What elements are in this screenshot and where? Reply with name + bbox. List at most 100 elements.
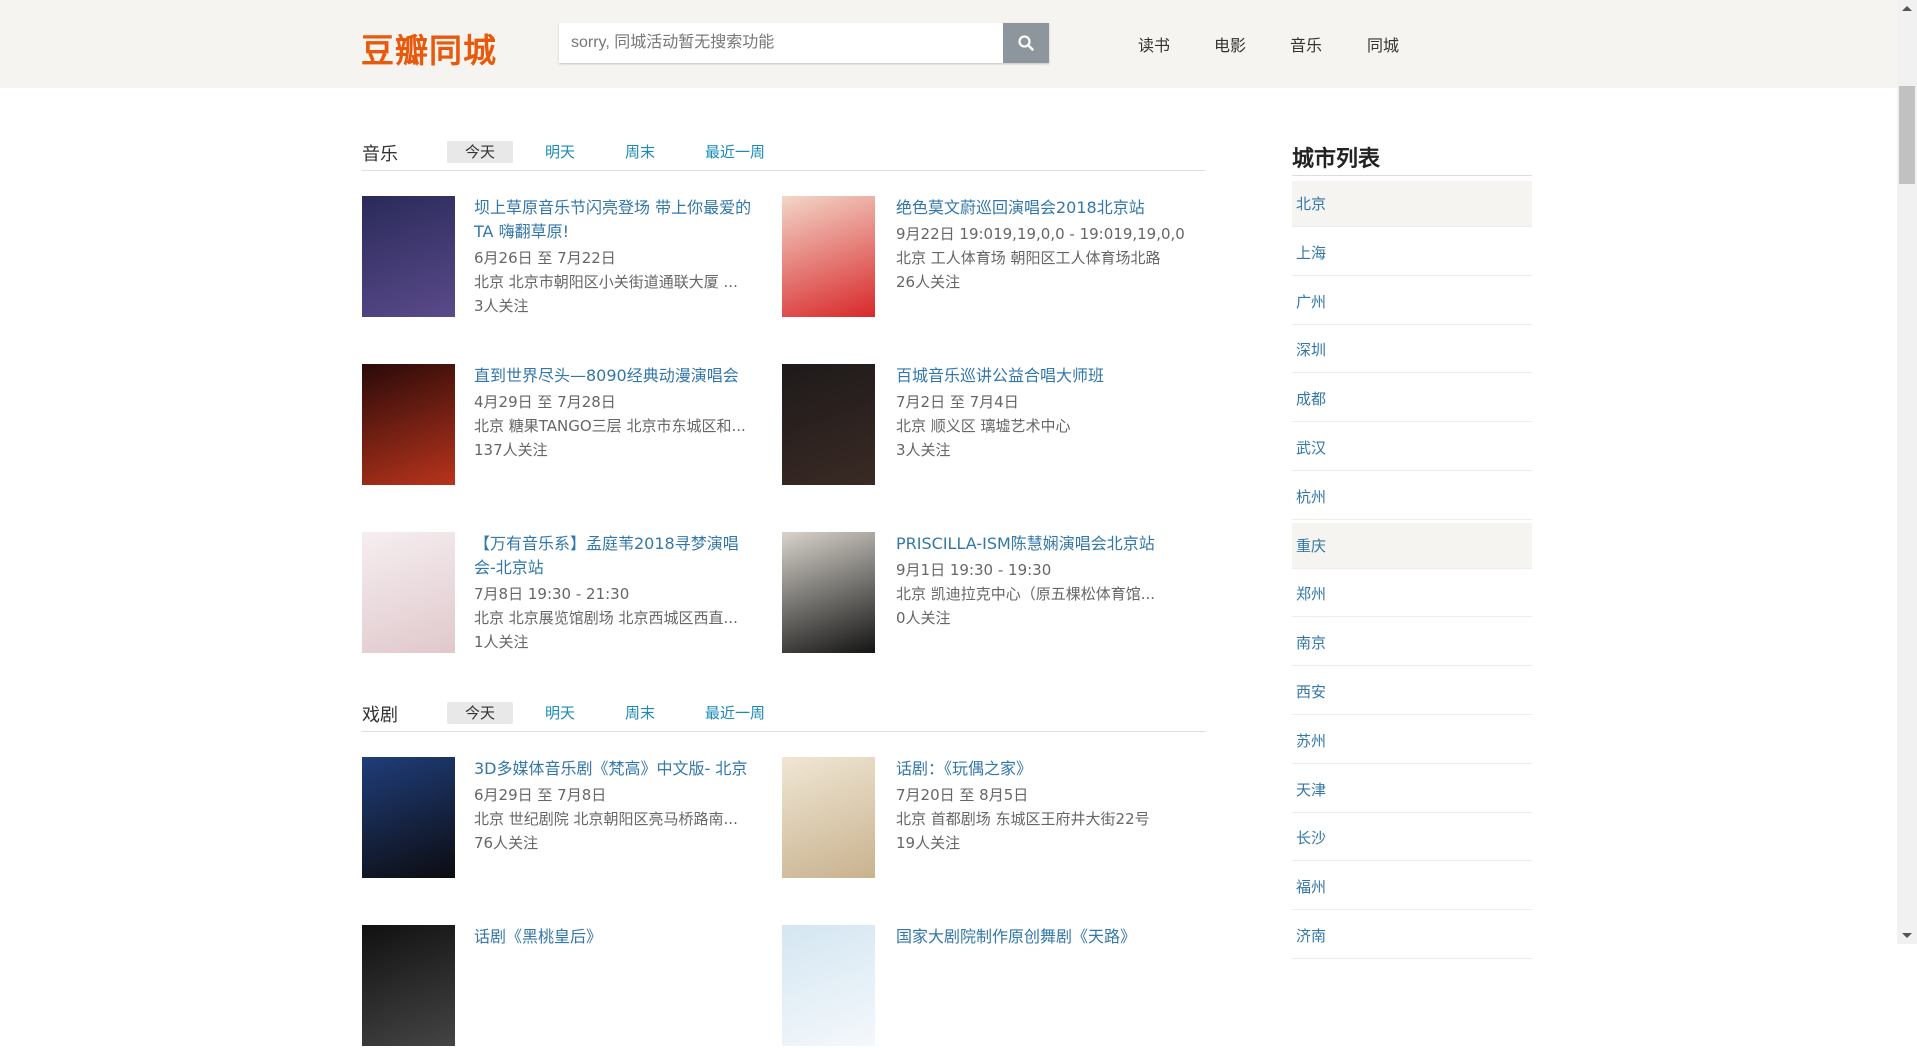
event-title[interactable]: 国家大剧院制作原创舞剧《天路》 [896,925,1186,949]
event-info: 直到世界尽头—8090经典动漫演唱会 4月29日 至 7月28日北京 糖果TANG… [474,364,759,462]
city-link[interactable]: 南京 [1292,620,1532,667]
section-divider [362,170,1205,171]
search-button[interactable] [1003,23,1049,63]
event-info: 绝色莫文蔚巡回演唱会2018北京站 9月22日 19:019,19,0,0 - 1… [896,196,1186,294]
event-info: PRISCILLA-ISM陈慧娴演唱会北京站 9月1日 19:30 - 19:30… [896,532,1186,630]
event-info: 3D多媒体音乐剧《梵高》中文版- 北京 6月29日 至 7月8日北京 世纪剧院 北… [474,757,759,855]
section-divider [362,731,1205,732]
event-followers: 137人关注 [474,441,548,459]
city-link[interactable]: 郑州 [1292,571,1532,618]
city-link[interactable]: 广州 [1292,279,1532,325]
tab-3[interactable]: 最近一周 [705,141,765,163]
event-followers: 19人关注 [896,834,961,852]
event-date: 7月20日 至 8月5日 [896,786,1029,804]
event-title[interactable]: 绝色莫文蔚巡回演唱会2018北京站 [896,196,1186,220]
event-poster[interactable] [362,532,455,653]
city-link[interactable]: 济南 [1292,913,1532,959]
top-header: 豆瓣同城 读书 电影 音乐 同城 [0,0,1897,88]
city-link[interactable]: 北京 [1292,181,1532,227]
event-location: 北京 顺义区 璃墟艺术中心 [896,417,1071,435]
tab-0[interactable]: 今天 [447,141,513,163]
search-icon [1018,35,1034,51]
event-item: 【万有音乐系】孟庭苇2018寻梦演唱会-北京站 7月8日 19:30 - 21:3… [362,532,782,657]
event-location: 北京 世纪剧院 北京朝阳区亮马桥路南... [474,810,738,828]
event-item: 话剧：《玩偶之家》 7月20日 至 8月5日北京 首都剧场 东城区王府井大街22号… [782,757,1202,882]
event-poster[interactable] [362,757,455,878]
city-link[interactable]: 苏州 [1292,718,1532,764]
event-location: 北京 工人体育场 朝阳区工人体育场北路 [896,249,1161,267]
tab-2[interactable]: 周末 [625,141,655,163]
scroll-down-icon[interactable] [1902,933,1912,938]
event-title[interactable]: 话剧《黑桃皇后》 [474,925,759,949]
event-location: 北京 北京展览馆剧场 北京西城区西直... [474,609,738,627]
event-info: 坝上草原音乐节闪亮登场 带上你最爱的TA 嗨翻草原! 6月26日 至 7月22日北… [474,196,759,318]
event-item: 3D多媒体音乐剧《梵高》中文版- 北京 6月29日 至 7月8日北京 世纪剧院 北… [362,757,782,882]
event-title[interactable]: 坝上草原音乐节闪亮登场 带上你最爱的TA 嗨翻草原! [474,196,759,244]
section-title: 戏剧 [362,705,398,726]
event-title[interactable]: 【万有音乐系】孟庭苇2018寻梦演唱会-北京站 [474,532,759,580]
event-title[interactable]: PRISCILLA-ISM陈慧娴演唱会北京站 [896,532,1186,556]
city-link[interactable]: 福州 [1292,864,1532,911]
event-date: 4月29日 至 7月28日 [474,393,616,411]
event-date: 9月1日 19:30 - 19:30 [896,561,1052,579]
event-poster[interactable] [782,757,875,878]
event-item: 直到世界尽头—8090经典动漫演唱会 4月29日 至 7月28日北京 糖果TANG… [362,364,782,489]
event-followers: 1人关注 [474,633,529,651]
event-poster[interactable] [362,925,455,1046]
scrollbar-thumb[interactable] [1899,86,1915,184]
event-date: 9月22日 19:019,19,0,0 - 19:019,19,0,0 [896,225,1185,243]
event-poster[interactable] [782,532,875,653]
event-date: 7月8日 19:30 - 21:30 [474,585,630,603]
nav-music[interactable]: 音乐 [1290,32,1322,56]
city-link[interactable]: 成都 [1292,376,1532,423]
city-link[interactable]: 武汉 [1292,425,1532,471]
city-link[interactable]: 上海 [1292,230,1532,276]
city-link[interactable]: 重庆 [1292,522,1532,569]
search-box [559,23,1049,63]
city-link[interactable]: 长沙 [1292,815,1532,862]
tab-0[interactable]: 今天 [447,702,513,724]
event-info: 百城音乐巡讲公益合唱大师班 7月2日 至 7月4日 北京 顺义区 璃墟艺术中心 3人关… [896,364,1186,462]
event-item: 百城音乐巡讲公益合唱大师班 7月2日 至 7月4日 北京 顺义区 璃墟艺术中心 3人关… [782,364,1202,489]
event-location: 北京 首都剧场 东城区王府井大街22号 [896,810,1150,828]
event-location: 北京 北京市朝阳区小关街道通联大厦 ... [474,273,738,291]
event-info: 国家大剧院制作原创舞剧《天路》 [896,925,1186,951]
event-title[interactable]: 直到世界尽头—8090经典动漫演唱会 [474,364,759,388]
logo[interactable]: 豆瓣同城 [361,24,497,72]
event-location: 北京 糖果TANGO三层 北京市东城区和... [474,417,746,435]
event-title[interactable]: 3D多媒体音乐剧《梵高》中文版- 北京 [474,757,759,781]
tab-2[interactable]: 周末 [625,702,655,724]
nav-local[interactable]: 同城 [1367,32,1399,56]
event-title[interactable]: 百城音乐巡讲公益合唱大师班 [896,364,1186,388]
event-followers: 0人关注 [896,609,951,627]
tab-1[interactable]: 明天 [545,141,575,163]
event-location: 北京 凯迪拉克中心（原五棵松体育馆... [896,585,1156,603]
nav-movies[interactable]: 电影 [1214,32,1246,56]
city-link[interactable]: 杭州 [1292,474,1532,520]
nav-books[interactable]: 读书 [1138,32,1170,56]
event-poster[interactable] [782,925,875,1046]
event-poster[interactable] [782,196,875,317]
event-followers: 26人关注 [896,273,961,291]
scrollbar[interactable] [1897,0,1917,944]
tab-1[interactable]: 明天 [545,702,575,724]
event-info: 【万有音乐系】孟庭苇2018寻梦演唱会-北京站 7月8日 19:30 - 21:3… [474,532,759,654]
city-link[interactable]: 天津 [1292,767,1532,813]
event-poster[interactable] [362,196,455,317]
tab-3[interactable]: 最近一周 [705,702,765,724]
event-date: 6月26日 至 7月22日 [474,249,616,267]
event-info: 话剧《黑桃皇后》 [474,925,759,951]
city-list-title: 城市列表 [1292,147,1381,172]
event-item: 绝色莫文蔚巡回演唱会2018北京站 9月22日 19:019,19,0,0 - 1… [782,196,1202,321]
city-link[interactable]: 深圳 [1292,327,1532,374]
event-poster[interactable] [362,364,455,485]
search-input[interactable] [559,23,1003,63]
city-link[interactable]: 西安 [1292,669,1532,715]
event-date: 6月29日 至 7月8日 [474,786,607,804]
scroll-up-icon[interactable] [1902,6,1912,11]
event-title[interactable]: 话剧：《玩偶之家》 [896,757,1186,781]
event-info: 话剧：《玩偶之家》 7月20日 至 8月5日北京 首都剧场 东城区王府井大街22号… [896,757,1186,855]
event-poster[interactable] [782,364,875,485]
event-followers: 3人关注 [474,297,529,315]
event-item: 坝上草原音乐节闪亮登场 带上你最爱的TA 嗨翻草原! 6月26日 至 7月22日北… [362,196,782,321]
